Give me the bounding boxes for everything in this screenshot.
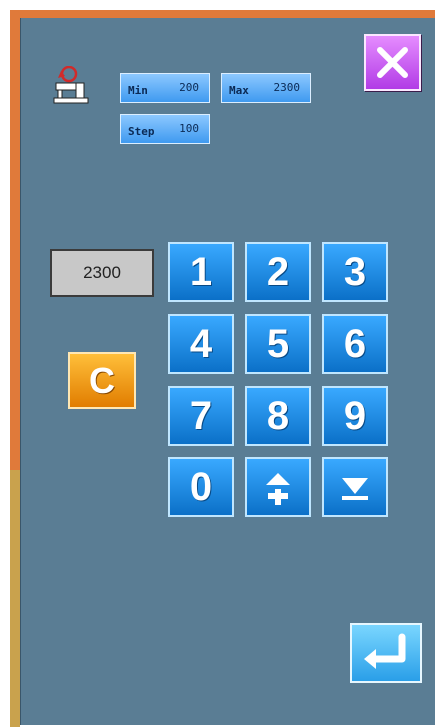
value-display: 2300 (50, 249, 154, 297)
key-7[interactable]: 7 (168, 386, 234, 446)
enter-icon (364, 633, 406, 669)
increment-button[interactable] (245, 457, 311, 517)
down-arrow-icon (342, 478, 368, 500)
key-5[interactable]: 5 (245, 314, 311, 374)
close-button[interactable] (364, 34, 421, 91)
key-3[interactable]: 3 (322, 242, 388, 302)
key-0[interactable]: 0 (168, 457, 234, 517)
key-1[interactable]: 1 (168, 242, 234, 302)
max-value: 2300 (273, 81, 301, 94)
step-value-box: Step 100 (120, 114, 210, 144)
key-4[interactable]: 4 (168, 314, 234, 374)
max-value-box: Max 2300 (221, 73, 311, 103)
clear-button[interactable]: C (68, 352, 136, 409)
step-value: 100 (179, 122, 199, 135)
max-label: Max (229, 84, 249, 97)
close-icon (377, 47, 408, 78)
sewing-machine-icon (52, 65, 92, 106)
step-label: Step (128, 125, 155, 138)
decrement-button[interactable] (322, 457, 388, 517)
key-8[interactable]: 8 (245, 386, 311, 446)
min-value-box: Min 200 (120, 73, 210, 103)
frame-left-border-lower (10, 470, 20, 727)
key-2[interactable]: 2 (245, 242, 311, 302)
frame-top-border (10, 10, 435, 18)
frame-left-border (10, 10, 20, 470)
enter-button[interactable] (350, 623, 422, 683)
key-6[interactable]: 6 (322, 314, 388, 374)
min-value: 200 (179, 81, 199, 94)
min-label: Min (128, 84, 148, 97)
plus-up-icon (266, 473, 290, 505)
key-9[interactable]: 9 (322, 386, 388, 446)
